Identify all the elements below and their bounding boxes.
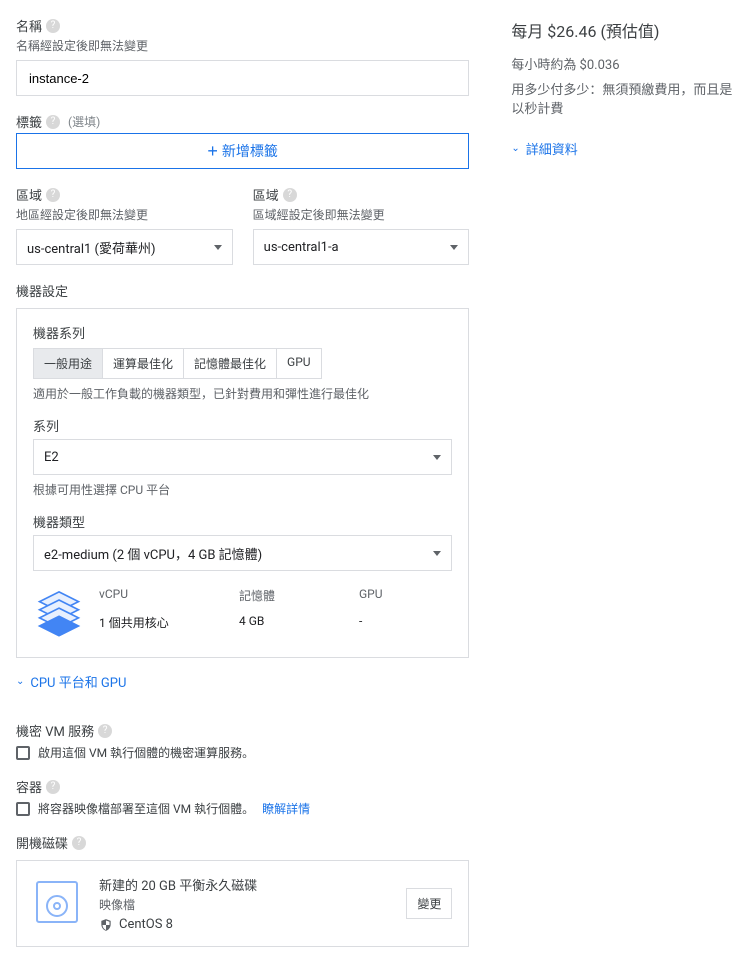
boot-disk-card: 新建的 20 GB 平衡永久磁碟 映像檔 CentOS 8 變更	[16, 860, 469, 947]
help-icon[interactable]: ?	[46, 115, 60, 129]
cpu-gpu-label: CPU 平台和 GPU	[30, 672, 126, 691]
confidential-label: 機密 VM 服務	[16, 721, 94, 740]
container-checkbox[interactable]	[16, 802, 30, 816]
labels-group: 標籤 ? (選填) + 新增標籤	[16, 112, 469, 169]
container-group: 容器 ? 將容器映像檔部署至這個 VM 執行個體。 瞭解詳情	[16, 777, 469, 817]
tab-gpu[interactable]: GPU	[277, 349, 321, 378]
help-icon[interactable]: ?	[283, 188, 297, 202]
pricing-details-expander[interactable]: ⌄ 詳細資料	[511, 139, 577, 158]
add-label-button[interactable]: + 新增標籤	[16, 133, 469, 169]
tab-general[interactable]: 一般用途	[34, 349, 103, 378]
container-text: 將容器映像檔部署至這個 VM 執行個體。	[38, 800, 254, 817]
cpu-stack-icon	[33, 587, 85, 643]
boot-disk-label: 開機磁碟	[16, 833, 68, 852]
container-learn-more-link[interactable]: 瞭解詳情	[262, 800, 310, 817]
gpu-value: -	[359, 614, 439, 631]
chevron-down-icon	[433, 455, 441, 460]
zone-helper: 區域經設定後即無法變更	[253, 206, 470, 223]
chevron-down-icon: ⌄	[511, 143, 519, 154]
change-disk-button[interactable]: 變更	[406, 888, 452, 919]
machine-config-label: 機器設定	[16, 281, 469, 300]
help-icon[interactable]: ?	[72, 836, 86, 850]
type-select[interactable]: e2-medium (2 個 vCPU，4 GB 記憶體)	[33, 535, 452, 571]
confidential-text: 啟用這個 VM 執行個體的機密運算服務。	[38, 744, 254, 761]
machine-config-card: 機器系列 一般用途 運算最佳化 記憶體最佳化 GPU 適用於一般工作負載的機器類…	[16, 308, 469, 658]
help-icon[interactable]: ?	[46, 188, 60, 202]
disk-image-label: 映像檔	[99, 896, 388, 913]
machine-config-group: 機器設定 機器系列 一般用途 運算最佳化 記憶體最佳化 GPU 適用於一般工作負…	[16, 281, 469, 705]
boot-disk-info: 新建的 20 GB 平衡永久磁碟 映像檔 CentOS 8	[99, 875, 388, 932]
spec-row: vCPU 記憶體 GPU 1 個共用核心 4 GB -	[33, 587, 452, 643]
os-value: CentOS 8	[119, 917, 173, 932]
pricing-panel: 每月 $26.46 (預估值) 每小時約為 $0.036 用多少付多少：無須預繳…	[511, 16, 738, 963]
cpu-gpu-expander[interactable]: ⌄ CPU 平台和 GPU	[16, 672, 126, 691]
plus-icon: +	[207, 141, 218, 162]
name-label: 名稱	[16, 16, 42, 35]
labels-optional: (選填)	[68, 113, 100, 130]
vcpu-header: vCPU	[99, 587, 219, 604]
hourly-price: 每小時約為 $0.036	[511, 54, 738, 73]
series-label: 系列	[33, 416, 452, 435]
family-tabs: 一般用途 運算最佳化 記憶體最佳化 GPU	[33, 348, 322, 379]
shield-icon	[99, 918, 113, 932]
zone-label: 區域	[253, 185, 279, 204]
chevron-down-icon	[214, 245, 222, 250]
form-panel: 名稱 ? 名稱經設定後即無法變更 標籤 ? (選填) + 新增標籤 區域	[16, 16, 469, 963]
chevron-down-icon	[450, 245, 458, 250]
spec-grid: vCPU 記憶體 GPU 1 個共用核心 4 GB -	[99, 587, 439, 631]
help-icon[interactable]: ?	[46, 19, 60, 33]
type-label: 機器類型	[33, 512, 452, 531]
type-value: e2-medium (2 個 vCPU，4 GB 記憶體)	[44, 544, 262, 563]
zone-value: us-central1-a	[264, 240, 339, 255]
region-select[interactable]: us-central1 (愛荷華州)	[16, 229, 233, 265]
chevron-down-icon	[433, 551, 441, 556]
gpu-header: GPU	[359, 587, 439, 604]
tab-description: 適用於一般工作負載的機器類型，已針對費用和彈性進行最佳化	[33, 385, 452, 402]
name-input[interactable]	[16, 60, 469, 96]
region-zone-row: 區域 ? 地區經設定後即無法變更 us-central1 (愛荷華州) 區域 ?…	[16, 185, 469, 265]
confidential-vm-group: 機密 VM 服務 ? 啟用這個 VM 執行個體的機密運算服務。	[16, 721, 469, 761]
mem-header: 記憶體	[239, 587, 339, 604]
tab-compute[interactable]: 運算最佳化	[103, 349, 184, 378]
region-label: 區域	[16, 185, 42, 204]
series-select[interactable]: E2	[33, 439, 452, 475]
disk-icon	[33, 878, 81, 930]
disk-title: 新建的 20 GB 平衡永久磁碟	[99, 875, 388, 894]
payg-text: 用多少付多少：無須預繳費用，而且是以秒計費	[511, 79, 738, 117]
help-icon[interactable]: ?	[98, 724, 112, 738]
family-label: 機器系列	[33, 323, 452, 342]
region-value: us-central1 (愛荷華州)	[27, 238, 156, 257]
name-group: 名稱 ? 名稱經設定後即無法變更	[16, 16, 469, 96]
series-value: E2	[44, 450, 59, 465]
region-helper: 地區經設定後即無法變更	[16, 206, 233, 223]
tab-memory[interactable]: 記憶體最佳化	[184, 349, 277, 378]
labels-label: 標籤	[16, 112, 42, 131]
zone-group: 區域 ? 區域經設定後即無法變更 us-central1-a	[253, 185, 470, 265]
chevron-down-icon: ⌄	[16, 676, 24, 687]
monthly-price: 每月 $26.46 (預估值)	[511, 18, 738, 42]
zone-select[interactable]: us-central1-a	[253, 229, 470, 265]
mem-value: 4 GB	[239, 614, 339, 631]
container-label: 容器	[16, 777, 42, 796]
confidential-checkbox[interactable]	[16, 746, 30, 760]
series-helper: 根據可用性選擇 CPU 平台	[33, 481, 452, 498]
pricing-details-label: 詳細資料	[526, 139, 578, 158]
region-group: 區域 ? 地區經設定後即無法變更 us-central1 (愛荷華州)	[16, 185, 233, 265]
boot-disk-group: 開機磁碟 ? 新建的 20 GB 平衡永久磁碟 映像檔 CentOS	[16, 833, 469, 947]
vcpu-value: 1 個共用核心	[99, 614, 219, 631]
add-label-text: 新增標籤	[222, 141, 278, 161]
name-helper: 名稱經設定後即無法變更	[16, 37, 469, 54]
help-icon[interactable]: ?	[46, 780, 60, 794]
